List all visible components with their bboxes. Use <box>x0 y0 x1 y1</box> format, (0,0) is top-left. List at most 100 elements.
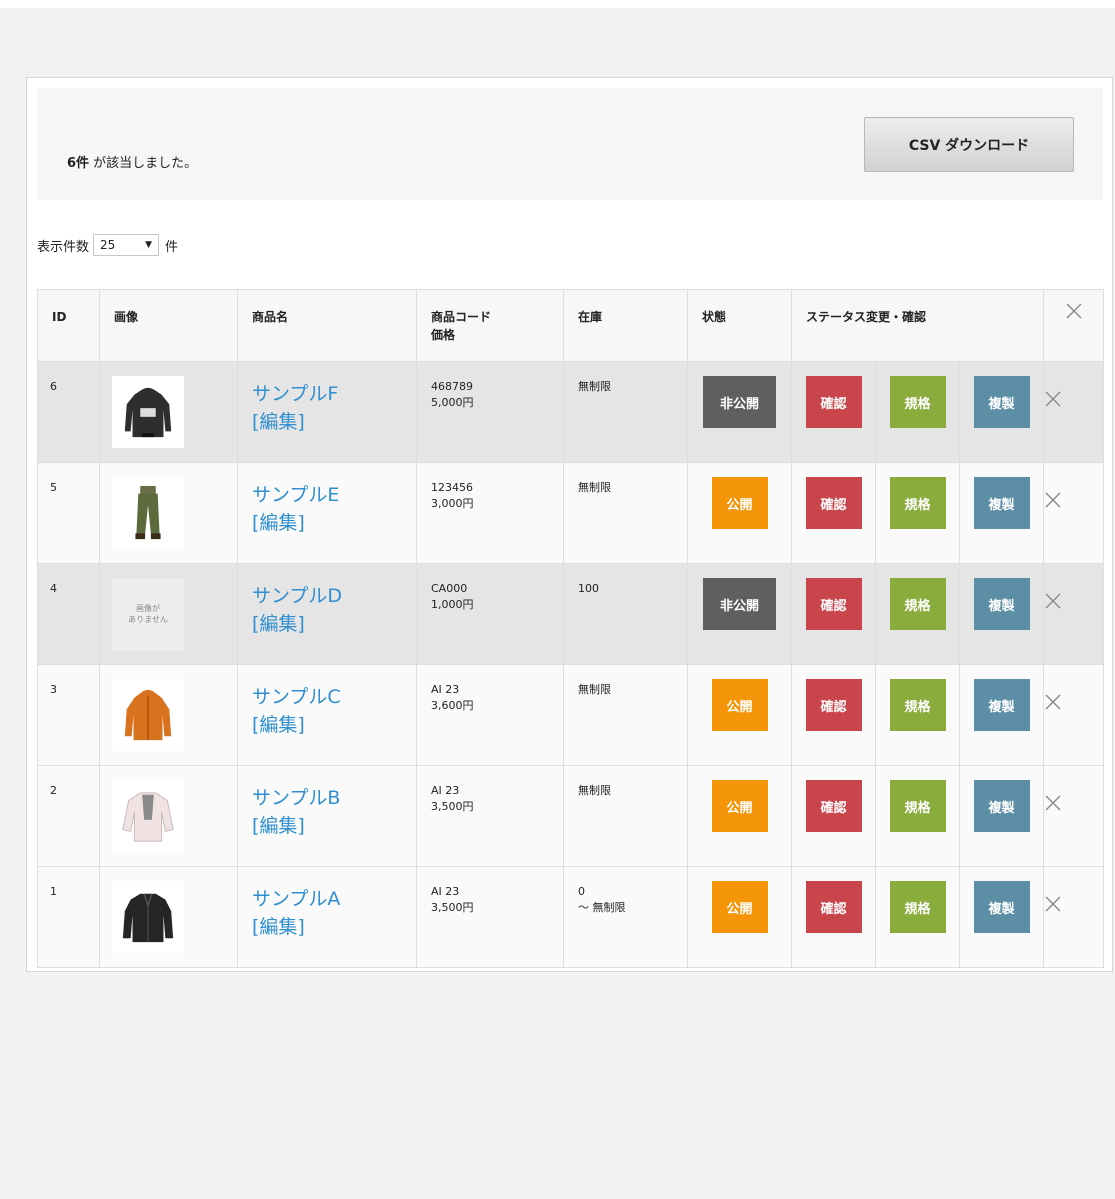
product-image-cell <box>99 361 238 463</box>
delete-icon[interactable] <box>1044 693 1062 711</box>
edit-link[interactable]: [編集] <box>252 913 402 941</box>
search-summary: 6件 が該当しました。 CSV ダウンロード <box>37 88 1103 200</box>
spec-cell: 規格 <box>875 563 960 665</box>
confirm-cell: 確認 <box>791 462 876 564</box>
confirm-cell: 確認 <box>791 563 876 665</box>
stock-value: 0 <box>578 885 585 898</box>
edit-link[interactable]: [編集] <box>252 408 402 436</box>
confirm-button[interactable]: 確認 <box>805 881 862 933</box>
spec-button[interactable]: 規格 <box>889 679 946 731</box>
status-badge[interactable]: 公開 <box>711 477 768 529</box>
spec-cell: 規格 <box>875 765 960 867</box>
delete-all-header[interactable] <box>1043 289 1104 362</box>
spec-cell: 規格 <box>875 866 960 968</box>
spec-cell: 規格 <box>875 361 960 463</box>
confirm-button[interactable]: 確認 <box>805 477 862 529</box>
product-name-link[interactable]: サンプルA <box>252 885 402 913</box>
product-name-link[interactable]: サンプルE <box>252 481 402 509</box>
col-status-actions: ステータス変更・確認 <box>791 289 1044 362</box>
confirm-button[interactable]: 確認 <box>805 376 862 428</box>
product-id: 5 <box>37 462 100 564</box>
product-name-cell: サンプルE [編集] <box>237 462 417 564</box>
product-id: 4 <box>37 563 100 665</box>
product-id: 2 <box>37 765 100 867</box>
product-thumbnail[interactable] <box>112 881 184 953</box>
delete-icon[interactable] <box>1044 592 1062 610</box>
copy-button[interactable]: 複製 <box>973 477 1030 529</box>
chevron-down-icon: ▼ <box>145 240 153 250</box>
copy-cell: 複製 <box>959 664 1044 766</box>
product-name-link[interactable]: サンプルC <box>252 683 402 711</box>
product-price: 3,500円 <box>431 901 474 914</box>
delete-icon[interactable] <box>1044 390 1062 408</box>
stock-value: 無制限 <box>578 481 611 494</box>
product-thumbnail[interactable] <box>112 376 184 448</box>
product-id: 6 <box>37 361 100 463</box>
csv-download-button[interactable]: CSV ダウンロード <box>864 117 1074 172</box>
spec-button[interactable]: 規格 <box>889 780 946 832</box>
product-thumbnail[interactable] <box>112 679 184 751</box>
col-state: 状態 <box>687 289 792 362</box>
status-badge[interactable]: 非公開 <box>703 376 776 428</box>
product-name-cell: サンプルF [編集] <box>237 361 417 463</box>
copy-button[interactable]: 複製 <box>973 881 1030 933</box>
product-price: 5,000円 <box>431 396 474 409</box>
confirm-button[interactable]: 確認 <box>805 679 862 731</box>
delete-cell <box>1043 664 1104 766</box>
edit-link[interactable]: [編集] <box>252 711 402 739</box>
product-code: CA000 <box>431 582 468 595</box>
product-image-cell <box>99 866 238 968</box>
product-name-cell: サンプルB [編集] <box>237 765 417 867</box>
display-count-unit: 件 <box>165 239 179 255</box>
product-code-price: AI 23 3,500円 <box>416 866 564 968</box>
product-price: 3,500円 <box>431 800 474 813</box>
product-name-link[interactable]: サンプルF <box>252 380 402 408</box>
confirm-button[interactable]: 確認 <box>805 780 862 832</box>
product-thumbnail[interactable] <box>112 780 184 852</box>
product-name-link[interactable]: サンプルB <box>252 784 402 812</box>
status-badge[interactable]: 公開 <box>711 780 768 832</box>
copy-button[interactable]: 複製 <box>973 578 1030 630</box>
stock-value: 無制限 <box>578 784 611 797</box>
delete-cell <box>1043 866 1104 968</box>
edit-link[interactable]: [編集] <box>252 610 402 638</box>
status-badge[interactable]: 公開 <box>711 881 768 933</box>
spec-button[interactable]: 規格 <box>889 881 946 933</box>
spec-button[interactable]: 規格 <box>889 578 946 630</box>
copy-button[interactable]: 複製 <box>973 679 1030 731</box>
edit-link[interactable]: [編集] <box>252 509 402 537</box>
product-code-price: 468789 5,000円 <box>416 361 564 463</box>
confirm-cell: 確認 <box>791 866 876 968</box>
table-row: 4 画像が ありません サンプルD [編集] CA000 1,000円 100 非… <box>37 563 1104 665</box>
edit-link[interactable]: [編集] <box>252 812 402 840</box>
confirm-cell: 確認 <box>791 765 876 867</box>
col-image: 画像 <box>99 289 238 362</box>
spec-button[interactable]: 規格 <box>889 477 946 529</box>
display-count-select[interactable]: 25 ▼ <box>93 234 160 256</box>
state-cell: 公開 <box>687 664 792 766</box>
status-badge[interactable]: 公開 <box>711 679 768 731</box>
product-id: 1 <box>37 866 100 968</box>
top-band <box>0 0 1115 8</box>
status-badge[interactable]: 非公開 <box>703 578 776 630</box>
product-code-price: CA000 1,000円 <box>416 563 564 665</box>
delete-icon[interactable] <box>1044 895 1062 913</box>
close-icon <box>1066 303 1081 319</box>
spec-button[interactable]: 規格 <box>889 376 946 428</box>
copy-button[interactable]: 複製 <box>973 780 1030 832</box>
no-image-text: 画像が ありません <box>128 604 168 624</box>
delete-icon[interactable] <box>1044 794 1062 812</box>
product-name-cell: サンプルD [編集] <box>237 563 417 665</box>
delete-icon[interactable] <box>1044 491 1062 509</box>
table-row: 2 サンプルB [編集] AI 23 3,500円 無制限 公開 確認 規格 複… <box>37 765 1104 867</box>
col-code: 商品コード <box>431 310 492 324</box>
product-thumbnail[interactable]: 画像が ありません <box>112 578 184 650</box>
product-name-link[interactable]: サンプルD <box>252 582 402 610</box>
confirm-cell: 確認 <box>791 361 876 463</box>
display-count-value: 25 <box>100 238 116 252</box>
delete-cell <box>1043 462 1104 564</box>
copy-button[interactable]: 複製 <box>973 376 1030 428</box>
table-row: 5 サンプルE [編集] 123456 3,000円 無制限 公開 確認 規格 … <box>37 462 1104 564</box>
confirm-button[interactable]: 確認 <box>805 578 862 630</box>
product-thumbnail[interactable] <box>112 477 184 549</box>
